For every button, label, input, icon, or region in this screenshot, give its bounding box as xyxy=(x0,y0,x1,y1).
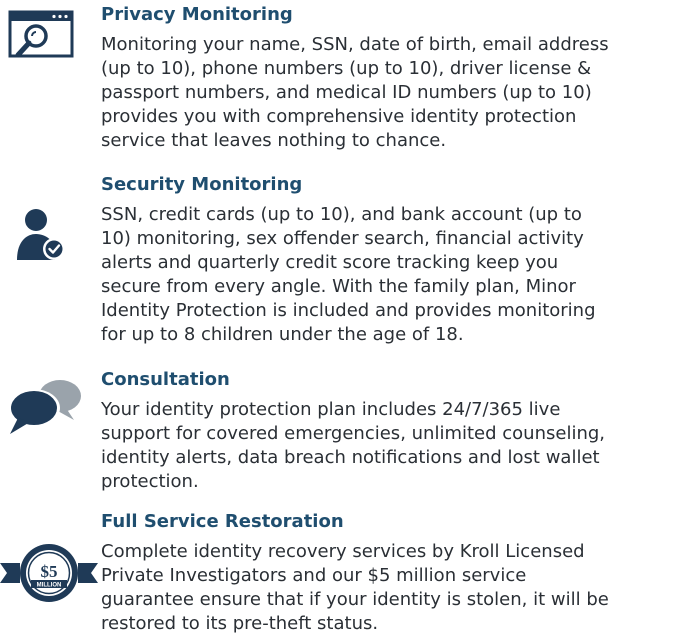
description-line: Identity Protection is included and prov… xyxy=(101,300,596,321)
description-line: Complete identity recovery services by K… xyxy=(101,541,585,562)
description-line: guarantee ensure that if your identity i… xyxy=(101,589,609,610)
description-line: 10) monitoring, sex offender search, fin… xyxy=(101,228,584,249)
section-title: Security Monitoring xyxy=(101,174,303,195)
badge-label: MILLION xyxy=(37,583,62,589)
description-line: SSN, credit cards (up to 10), and bank a… xyxy=(101,204,582,225)
section-description: Monitoring your name, SSN, date of birth… xyxy=(101,33,669,153)
monitor-search-icon xyxy=(8,10,74,58)
description-line: protection. xyxy=(101,471,199,492)
description-line: alerts and quarterly credit score tracki… xyxy=(101,252,559,273)
user-check-icon xyxy=(17,209,65,260)
description-line: Private Investigators and our $5 million… xyxy=(101,565,527,586)
description-line: (up to 10), phone numbers (up to 10), dr… xyxy=(101,58,592,79)
section-title: Consultation xyxy=(101,369,230,390)
section-description: SSN, credit cards (up to 10), and bank a… xyxy=(101,203,669,347)
description-line: passport numbers, and medical ID numbers… xyxy=(101,82,592,103)
description-line: service that leaves nothing to chance. xyxy=(101,130,447,151)
description-line: secure from every angle. With the family… xyxy=(101,276,576,297)
million-badge-icon: $5 MILLION xyxy=(0,544,98,602)
description-line: Your identity protection plan includes 2… xyxy=(101,399,561,420)
section-title: Full Service Restoration xyxy=(101,511,344,532)
description-line: Monitoring your name, SSN, date of birth… xyxy=(101,34,609,55)
chat-bubbles-icon xyxy=(8,380,81,434)
description-line: for up to 8 children under the age of 18… xyxy=(101,324,464,345)
description-line: restored to its pre-theft status. xyxy=(101,613,379,634)
description-line: provides you with comprehensive identity… xyxy=(101,106,577,127)
description-line: identity alerts, data breach notificatio… xyxy=(101,447,600,468)
badge-amount: $5 xyxy=(41,562,58,581)
section-description: Your identity protection plan includes 2… xyxy=(101,398,669,494)
section-description: Complete identity recovery services by K… xyxy=(101,540,669,636)
description-line: support for covered emergencies, unlimit… xyxy=(101,423,605,444)
section-title: Privacy Monitoring xyxy=(101,4,293,25)
